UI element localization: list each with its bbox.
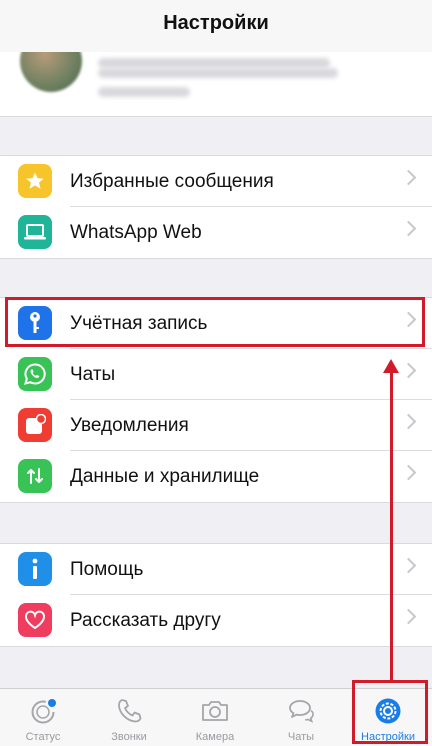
settings-item-label: Избранные сообщения: [70, 171, 274, 192]
tab-label: Звонки: [111, 731, 147, 743]
chevron-right-icon: [400, 220, 417, 237]
chevron-right-icon: [400, 362, 417, 379]
settings-item-label: Чаты: [70, 364, 116, 385]
profile-row[interactable]: [0, 52, 432, 117]
settings-item-label: WhatsApp Web: [70, 222, 202, 243]
info-icon: [18, 552, 52, 586]
status-icon: [27, 695, 59, 727]
settings-item-data-storage[interactable]: Данные и хранилище: [0, 451, 432, 502]
settings-item-help[interactable]: Помощь: [0, 544, 432, 595]
annotation-highlight-account: [5, 297, 425, 347]
chevron-right-icon: [400, 608, 417, 625]
chats-icon: [285, 695, 317, 727]
notification-icon: [18, 408, 52, 442]
settings-item-notifications[interactable]: Уведомления: [0, 400, 432, 451]
tab-label: Камера: [195, 731, 235, 743]
chevron-right-icon: [400, 557, 417, 574]
settings-item-whatsapp-web[interactable]: WhatsApp Web: [0, 207, 432, 258]
tab-label: Чаты: [287, 731, 315, 743]
heart-icon: [18, 603, 52, 637]
blurred-status-text: [98, 87, 190, 97]
tab-status[interactable]: Статус: [0, 689, 86, 746]
settings-item-chats[interactable]: Чаты: [0, 349, 432, 400]
avatar: [20, 52, 82, 92]
star-icon: [18, 164, 52, 198]
annotation-arrow-line: [390, 370, 393, 680]
blurred-status-text: [98, 58, 330, 68]
camera-icon: [199, 695, 231, 727]
whatsapp-icon: [18, 357, 52, 391]
settings-group-3: Помощь Рассказать другу: [0, 543, 432, 647]
chevron-right-icon: [400, 464, 417, 481]
annotation-highlight-settings-tab: [352, 680, 428, 744]
laptop-icon: [18, 215, 52, 249]
settings-item-label: Уведомления: [70, 415, 189, 436]
chevron-right-icon: [400, 169, 417, 186]
annotation-arrow-head: [383, 359, 399, 373]
settings-item-starred[interactable]: Избранные сообщения: [0, 156, 432, 207]
settings-item-label: Рассказать другу: [70, 610, 221, 631]
settings-group-1: Избранные сообщения WhatsApp Web: [0, 155, 432, 259]
blurred-status-text: [98, 68, 338, 78]
tab-chats[interactable]: Чаты: [258, 689, 344, 746]
chevron-right-icon: [400, 413, 417, 430]
tab-camera[interactable]: Камера: [172, 689, 258, 746]
nav-bar: Настройки: [0, 0, 432, 53]
page-title: Настройки: [163, 12, 269, 34]
tab-label: Статус: [25, 731, 61, 743]
phone-icon: [113, 695, 145, 727]
settings-item-label: Помощь: [70, 559, 144, 580]
settings-item-tell-friend[interactable]: Рассказать другу: [0, 595, 432, 646]
settings-item-label: Данные и хранилище: [70, 466, 260, 487]
tab-calls[interactable]: Звонки: [86, 689, 172, 746]
data-transfer-icon: [18, 459, 52, 493]
